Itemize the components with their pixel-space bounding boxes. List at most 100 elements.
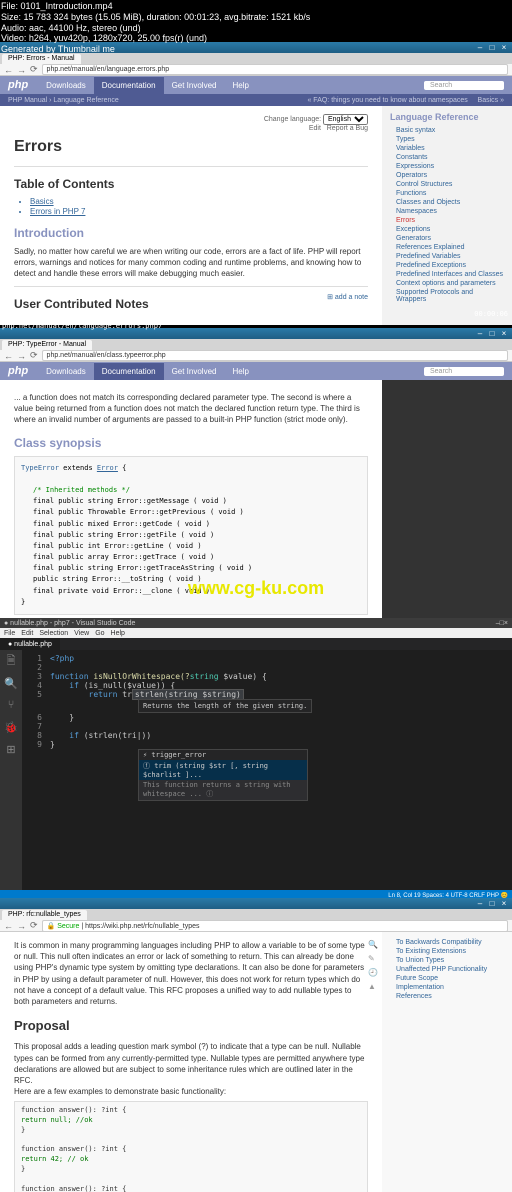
nav-help[interactable]: Help [224,363,256,380]
extensions-icon[interactable]: ⊞ [4,742,18,756]
language-select[interactable]: English [323,114,368,125]
minimize-button[interactable]: – [474,329,486,338]
sidebar-item[interactable]: Functions [390,189,504,198]
sidebar-item[interactable]: To Union Types [390,956,504,965]
back-button[interactable]: ← [4,65,13,75]
maximize-button[interactable]: □ [486,899,498,908]
close-button[interactable]: × [498,899,510,908]
toc-basics[interactable]: Basics [30,197,54,206]
search-icon[interactable]: 🔍 [4,676,18,690]
back-button[interactable]: ← [4,921,13,931]
code-editor[interactable]: 1<?php 2 3function isNullOrWhitespace(?s… [22,650,512,890]
sidebar-item[interactable]: Implementation [390,983,504,992]
sidebar-item[interactable]: Supported Protocols and Wrappers [390,288,504,304]
add-note-link[interactable]: ⊞ add a note [327,293,368,301]
maximize-button[interactable]: □ [486,329,498,338]
sidebar-item[interactable]: To Existing Extensions [390,947,504,956]
nav-documentation[interactable]: Documentation [94,363,164,380]
maximize-button[interactable]: □ [486,43,498,52]
sidebar: 🔍 ✎ 🕘 ▲ To Backwards Compatibility To Ex… [382,932,512,1192]
git-icon[interactable]: ⑂ [4,698,18,712]
forward-button[interactable]: → [17,921,26,931]
browser-tab[interactable]: PHP: TypeError - Manual [2,340,92,350]
history-icon[interactable]: 🕘 [368,968,378,978]
menu-view[interactable]: View [74,630,89,637]
sidebar-item[interactable]: Expressions [390,162,504,171]
menu-help[interactable]: Help [111,630,125,637]
minimize-button[interactable]: – [474,899,486,908]
menu-file[interactable]: File [4,630,15,637]
address-bar: ← → ⟳ php.net/manual/en/language.errors.… [0,64,512,76]
main-content: It is common in many programming languag… [0,932,382,1192]
search-input[interactable]: Search [424,367,504,376]
close-button[interactable]: × [504,620,508,627]
sidebar-item[interactable]: References [390,992,504,1001]
menu-selection[interactable]: Selection [39,630,68,637]
search-icon[interactable]: 🔍 [368,940,378,950]
up-icon[interactable]: ▲ [368,982,378,992]
prev-link[interactable]: « FAQ: things you need to know about nam… [307,97,467,104]
url-input[interactable]: 🔒 Secure | https://wiki.php.net/rfc/null… [42,920,508,932]
suggest-item-selected[interactable]: ⓕ trim (string $str [, string $charlist … [139,760,307,780]
menu-edit[interactable]: Edit [21,630,33,637]
edit-link[interactable]: Edit [309,125,321,132]
breadcrumb-manual[interactable]: PHP Manual [8,97,47,104]
sidebar-item[interactable]: References Explained [390,243,504,252]
edit-icon[interactable]: ✎ [368,954,378,964]
php-logo[interactable]: php [8,79,28,91]
sidebar-item[interactable]: Unaffected PHP Functionality [390,965,504,974]
next-link[interactable]: Basics » [478,97,504,104]
report-bug-link[interactable]: Report a Bug [327,125,368,132]
sidebar-item[interactable]: Basic syntax [390,126,504,135]
reload-button[interactable]: ⟳ [30,920,38,931]
search-input[interactable]: Search [424,81,504,90]
hover-tooltip: Returns the length of the given string. [138,699,312,713]
toc-errors-php7[interactable]: Errors in PHP 7 [30,207,85,216]
reload-button[interactable]: ⟳ [30,64,38,75]
nav-documentation[interactable]: Documentation [94,77,164,94]
sidebar-item[interactable]: Generators [390,234,504,243]
forward-button[interactable]: → [17,65,26,75]
debug-icon[interactable]: 🐞 [4,720,18,734]
url-input[interactable]: php.net/manual/en/language.errors.php [42,64,508,75]
nav-getinvolved[interactable]: Get Involved [164,363,225,380]
editor-tab[interactable]: ● nullable.php [0,638,60,650]
url-input[interactable]: php.net/manual/en/class.typeerror.php [42,350,508,361]
suggest-item[interactable]: ⚡ trigger_error [139,750,307,760]
nav-help[interactable]: Help [224,77,256,94]
sidebar-item-active[interactable]: Errors [390,216,504,225]
sidebar-item[interactable]: Predefined Interfaces and Classes [390,270,504,279]
nav-getinvolved[interactable]: Get Involved [164,77,225,94]
sidebar-item[interactable]: To Backwards Compatibility [390,938,504,947]
menu-go[interactable]: Go [95,630,104,637]
sidebar-item[interactable]: Classes and Objects [390,198,504,207]
close-button[interactable]: × [498,329,510,338]
autocomplete-popup[interactable]: ⚡ trigger_error ⓕ trim (string $str [, s… [138,749,308,801]
breadcrumb-bar: PHP Manual › Language Reference « FAQ: t… [0,94,512,106]
php-logo[interactable]: php [8,365,28,377]
sidebar-item[interactable]: Namespaces [390,207,504,216]
back-button[interactable]: ← [4,351,13,361]
sidebar-item[interactable]: Predefined Exceptions [390,261,504,270]
breadcrumb-langref[interactable]: Language Reference [53,97,118,104]
sidebar-item[interactable]: Control Structures [390,180,504,189]
reload-button[interactable]: ⟳ [30,350,38,361]
minimize-button[interactable]: – [474,43,486,52]
nav-downloads[interactable]: Downloads [38,77,94,94]
sidebar-item[interactable]: Predefined Variables [390,252,504,261]
close-button[interactable]: × [498,43,510,52]
sidebar-item[interactable]: Constants [390,153,504,162]
browser-tab[interactable]: PHP: rfc:nullable_types [2,910,87,920]
sidebar-item[interactable]: Operators [390,171,504,180]
sidebar-item[interactable]: Types [390,135,504,144]
editor-tabs: ● nullable.php [0,638,512,650]
sidebar-item[interactable]: Exceptions [390,225,504,234]
explorer-icon[interactable]: 🗎 [4,654,18,668]
proposal-text: This proposal adds a leading question ma… [14,1041,368,1086]
forward-button[interactable]: → [17,351,26,361]
sidebar-item[interactable]: Variables [390,144,504,153]
sidebar-item[interactable]: Context options and parameters [390,279,504,288]
menu-bar: File Edit Selection View Go Help [0,628,512,638]
sidebar-item[interactable]: Future Scope [390,974,504,983]
nav-downloads[interactable]: Downloads [38,363,94,380]
